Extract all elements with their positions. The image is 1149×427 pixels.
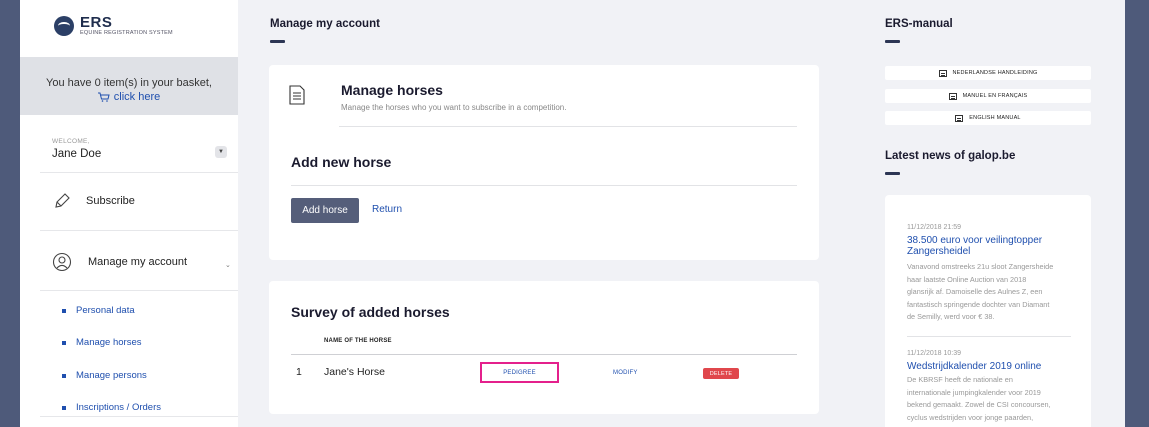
divider xyxy=(339,126,797,127)
basket-link[interactable]: click here xyxy=(97,91,161,103)
news-line: de Semilly, werd voor € 38. xyxy=(907,312,995,321)
sidebar-item-personal-data[interactable]: Personal data xyxy=(62,305,135,316)
divider xyxy=(40,290,238,291)
title-underline xyxy=(270,40,285,43)
divider xyxy=(40,172,238,173)
chevron-down-icon[interactable]: ⌄ xyxy=(225,261,231,269)
sidebar: ERS EQUINE REGISTRATION SYSTEM You have … xyxy=(20,0,238,427)
survey-card: Survey of added horses NAME OF THE HORSE… xyxy=(269,281,819,414)
news-date: 11/12/2018 21:59 xyxy=(907,224,961,231)
book-icon xyxy=(948,92,957,100)
sidebar-item-label: Manage horses xyxy=(76,337,142,348)
manual-en-button[interactable]: ENGLISH MANUAL xyxy=(885,111,1091,125)
pencil-icon xyxy=(55,193,70,208)
title-underline xyxy=(885,172,900,175)
brand-name: ERS xyxy=(80,14,113,32)
survey-heading: Survey of added horses xyxy=(291,304,450,320)
brand-subtitle: EQUINE REGISTRATION SYSTEM xyxy=(80,30,173,37)
add-horse-button[interactable]: Add horse xyxy=(291,198,359,223)
news-line: internationale jumpingkalender voor 2019 xyxy=(907,387,1041,397)
nav-item-manage-account[interactable]: Manage my account xyxy=(52,252,187,272)
news-line: fantastisch springende dochter van Diama… xyxy=(907,299,1050,309)
news-line: Vanavond omstreeks 21u sloot Zangersheid… xyxy=(907,262,1054,271)
page-title: Manage my account xyxy=(270,18,380,30)
document-icon xyxy=(289,85,305,105)
app-frame: ERS EQUINE REGISTRATION SYSTEM You have … xyxy=(20,0,1125,427)
manage-horses-subtitle: Manage the horses who you want to subscr… xyxy=(341,103,567,112)
bullet-icon xyxy=(62,308,66,313)
basket-panel: You have 0 item(s) in your basket, click… xyxy=(20,57,238,115)
add-new-horse-heading: Add new horse xyxy=(291,154,392,170)
basket-text: You have 0 item(s) in your basket, xyxy=(46,77,212,89)
manual-label: ENGLISH MANUAL xyxy=(969,115,1021,121)
manual-fr-button[interactable]: MANUEL EN FRANÇAIS xyxy=(885,89,1091,103)
sidebar-item-inscriptions-orders[interactable]: Inscriptions / Orders xyxy=(62,402,161,413)
user-circle-icon xyxy=(52,252,72,272)
column-header-name: NAME OF THE HORSE xyxy=(324,338,392,344)
delete-button[interactable]: DELETE xyxy=(703,368,739,379)
welcome-label: WELCOME, xyxy=(52,138,90,145)
news-line: haar laatste Online Auction van 2018 xyxy=(907,274,1027,284)
divider xyxy=(40,416,238,417)
nav-item-subscribe[interactable]: Subscribe xyxy=(52,191,135,211)
user-name: Jane Doe xyxy=(52,148,102,160)
horse-logo-icon xyxy=(54,16,74,36)
news-line: bekend gemaakt. Zowel de CSI concoursen, xyxy=(907,400,1051,409)
row-number: 1 xyxy=(296,366,302,378)
sidebar-item-label: Manage persons xyxy=(76,370,147,381)
news-line: glansrijk af. Damoiselle des Aulnes Z, e… xyxy=(907,287,1043,296)
news-heading: Latest news of galop.be xyxy=(885,150,1016,162)
manage-horses-heading: Manage horses xyxy=(341,82,443,98)
modify-button[interactable]: MODIFY xyxy=(613,370,638,376)
nav-label-subscribe: Subscribe xyxy=(86,195,135,207)
bullet-icon xyxy=(62,373,66,378)
bullet-icon xyxy=(62,405,66,410)
news-card: 11/12/2018 21:59 38.500 euro voor veilin… xyxy=(885,195,1091,427)
book-icon xyxy=(938,69,947,77)
divider xyxy=(40,230,238,231)
divider xyxy=(907,336,1071,337)
news-title-link[interactable]: Wedstrijdkalender 2019 online xyxy=(907,361,1083,372)
return-link[interactable]: Return xyxy=(372,204,402,215)
nav-label-manage-account: Manage my account xyxy=(88,256,188,268)
manual-label: NEDERLANDSE HANDLEIDING xyxy=(952,70,1038,76)
news-line: cyclus wedstrijden voor jonge paarden, xyxy=(907,412,1034,422)
sidebar-item-manage-horses[interactable]: Manage horses xyxy=(62,337,141,348)
manage-horses-card: Manage horses Manage the horses who you … xyxy=(269,65,819,260)
manual-heading: ERS-manual xyxy=(885,18,953,30)
sidebar-item-manage-persons[interactable]: Manage persons xyxy=(62,370,147,381)
sidebar-item-label: Inscriptions / Orders xyxy=(76,402,161,413)
user-menu-toggle[interactable]: ▼ xyxy=(215,146,227,158)
news-title-link[interactable]: 38.500 euro voor veilingtopper Zangershe… xyxy=(907,235,1083,257)
basket-link-label: click here xyxy=(113,91,161,103)
news-excerpt: Vanavond omstreeks 21u sloot Zangersheid… xyxy=(907,261,1083,324)
manual-nl-button[interactable]: NEDERLANDSE HANDLEIDING xyxy=(885,66,1091,80)
divider xyxy=(291,354,797,355)
manual-label: MANUEL EN FRANÇAIS xyxy=(962,93,1028,99)
news-line: De KBRSF heeft de nationale en xyxy=(907,375,1013,384)
cart-icon xyxy=(97,92,110,102)
pedigree-button[interactable]: PEDIGREE xyxy=(480,362,559,383)
news-date: 11/12/2018 10:39 xyxy=(907,350,961,357)
bullet-icon xyxy=(62,340,66,345)
sidebar-item-label: Personal data xyxy=(76,305,135,316)
logo[interactable]: ERS EQUINE REGISTRATION SYSTEM xyxy=(54,14,173,38)
divider xyxy=(291,185,797,186)
news-excerpt: De KBRSF heeft de nationale en internati… xyxy=(907,374,1083,424)
title-underline xyxy=(885,40,900,43)
horse-name: Jane's Horse xyxy=(324,366,385,378)
book-icon xyxy=(955,114,964,122)
